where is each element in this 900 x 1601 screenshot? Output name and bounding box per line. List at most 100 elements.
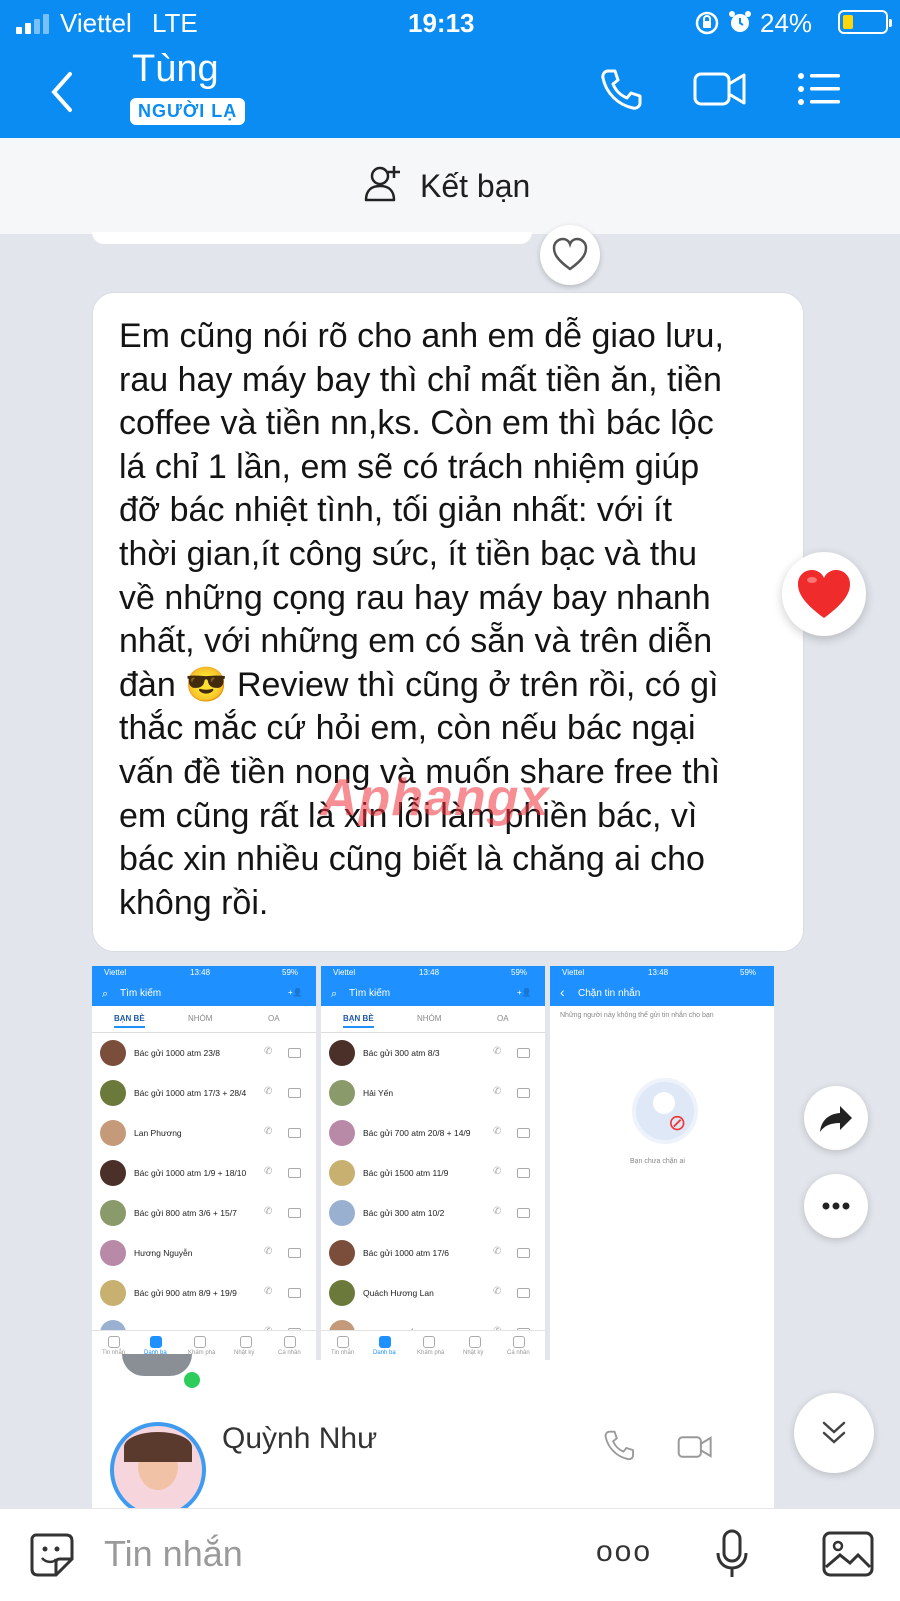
mini-nav-item[interactable]: Khám phá — [417, 1350, 444, 1356]
mini-contact-row[interactable]: Bác gửi 300 atm 8/3 ✆ — [321, 1034, 545, 1074]
mini-nav-item[interactable]: Cá nhân — [278, 1350, 301, 1356]
heart-reaction-button[interactable] — [782, 552, 866, 636]
mini-nav-item[interactable]: Khám phá — [188, 1350, 215, 1356]
mini-back-icon[interactable]: ‹ — [560, 984, 565, 1000]
mini-video-icon[interactable] — [517, 1128, 530, 1138]
mini-phone-icon[interactable]: ✆ — [264, 1166, 272, 1177]
mini-phone-icon[interactable]: ✆ — [264, 1206, 272, 1217]
mini-video-icon[interactable] — [288, 1128, 301, 1138]
mini-nav-item[interactable]: Danh bạ — [373, 1350, 396, 1356]
mini-contact-row[interactable]: Bác gửi 1000 atm 23/8 ✆ — [92, 1034, 316, 1074]
phone-icon[interactable] — [598, 66, 644, 112]
add-friend-bar[interactable]: Kết bạn — [0, 138, 900, 234]
mini-avatar — [100, 1080, 126, 1106]
mini-nav-item[interactable]: Nhật ký — [234, 1350, 254, 1356]
scroll-down-button[interactable] — [794, 1393, 874, 1473]
mini-phone-icon[interactable]: ✆ — [493, 1166, 501, 1177]
mini-phone-icon[interactable]: ✆ — [493, 1126, 501, 1137]
mini-video-icon[interactable] — [288, 1288, 301, 1298]
clock: 19:13 — [408, 8, 475, 38]
mini-search-icon[interactable]: ⌕ — [331, 988, 337, 1001]
watermark: Aphangx — [320, 769, 550, 827]
mini-contact-row[interactable]: Bác gửi 1000 atm 1/9 + 18/10 ✆ — [92, 1154, 316, 1194]
mini-contact-row[interactable]: Bác gửi 300 atm 10/2 ✆ — [321, 1194, 545, 1234]
message-line: đỡ bác nhiệt tình, tối giản nhất: với ít — [119, 491, 673, 530]
mini-contact-row[interactable]: Bác gửi 1000 atm 17/6 ✆ — [321, 1234, 545, 1274]
screenshot-contacts-1[interactable]: Viettel 13:48 59% ⌕ Tìm kiếm +👤 BẠN BÈ NHÓM OA Bá… — [92, 966, 316, 1360]
mini-contact-row[interactable]: Bác gửi 1000 atm 17/3 + 28/4 ✆ — [92, 1074, 316, 1114]
mini-tab[interactable]: BẠN BÈ — [343, 1014, 374, 1028]
mini-phone-icon[interactable]: ✆ — [264, 1286, 272, 1297]
mini-video-icon[interactable] — [517, 1168, 530, 1178]
mini-tab[interactable]: OA — [497, 1014, 509, 1023]
video-call-icon[interactable] — [676, 1432, 714, 1462]
mini-video-icon[interactable] — [288, 1088, 301, 1098]
mini-contact-row[interactable]: Bác gửi 900 atm 8/9 + 19/9 ✆ — [92, 1274, 316, 1314]
message-line: đàn 😎 Review thì cũng ở trên rồi, có gì — [119, 665, 719, 704]
mini-phone-icon[interactable]: ✆ — [264, 1086, 272, 1097]
mini-phone-icon[interactable]: ✆ — [493, 1046, 501, 1057]
back-chevron-icon[interactable] — [40, 62, 90, 122]
mini-video-icon[interactable] — [517, 1088, 530, 1098]
forward-button[interactable] — [804, 1086, 868, 1150]
phone-icon[interactable] — [602, 1428, 636, 1462]
message-line: bác xin nhiều cũng biết là chăng ai cho — [119, 840, 705, 879]
sticker-icon[interactable] — [26, 1529, 78, 1581]
mini-contact-row[interactable]: Quách Hương Lan ✆ — [321, 1274, 545, 1314]
more-options-button[interactable] — [804, 1174, 868, 1238]
mini-video-icon[interactable] — [288, 1248, 301, 1258]
mini-contact-row[interactable]: Bác gửi 700 atm 20/8 + 14/9 ✆ — [321, 1114, 545, 1154]
mini-header: Viettel 13:48 59% ‹ Chặn tin nhắn — [550, 966, 774, 1006]
mini-tab[interactable]: OA — [268, 1014, 280, 1023]
mini-contact-row[interactable]: Bác gửi 800 atm 3/6 + 15/7 ✆ — [92, 1194, 316, 1234]
mini-nav-item[interactable]: Cá nhân — [507, 1350, 530, 1356]
mini-phone-icon[interactable]: ✆ — [264, 1126, 272, 1137]
video-call-icon[interactable] — [692, 66, 748, 112]
screenshot-contacts-2[interactable]: Viettel 13:48 59% ⌕ Tìm kiếm +👤 BẠN BÈ NHÓM OA Bá… — [321, 966, 545, 1360]
mini-phone-icon[interactable]: ✆ — [264, 1246, 272, 1257]
mini-nav-item[interactable]: Tin nhắn — [331, 1350, 354, 1356]
mini-contact-row[interactable]: Lan Phương ✆ — [92, 1114, 316, 1154]
mini-nav-item[interactable]: Nhật ký — [463, 1350, 483, 1356]
mini-video-icon[interactable] — [517, 1048, 530, 1058]
mini-contact-row[interactable]: Hải Yến ✆ — [321, 1074, 545, 1114]
mini-bottom-nav: Tin nhắn Danh bạ Khám phá Nhật ký Cá nhân — [321, 1330, 545, 1360]
mini-video-icon[interactable] — [288, 1168, 301, 1178]
mini-search-input[interactable]: Tìm kiếm — [349, 988, 390, 999]
microphone-icon[interactable] — [712, 1525, 752, 1585]
message-input[interactable]: Tin nhắn — [104, 1533, 243, 1575]
message-line: thời gian,ít công sức, ít tiền bạc và th… — [119, 534, 698, 573]
mini-contact-row[interactable]: Bác gửi 1500 atm 11/9 ✆ — [321, 1154, 545, 1194]
mini-avatar — [329, 1280, 355, 1306]
message-line: coffee và tiền nn,ks. Còn em thì bác lộc — [119, 404, 714, 443]
like-button[interactable] — [540, 225, 600, 285]
mini-contact-row[interactable]: Hương Nguyễn ✆ — [92, 1234, 316, 1274]
mini-video-icon[interactable] — [517, 1248, 530, 1258]
mini-video-icon[interactable] — [288, 1208, 301, 1218]
mini-battery: 59% — [511, 968, 528, 977]
mini-tab[interactable]: BẠN BÈ — [114, 1014, 145, 1028]
mini-tab[interactable]: NHÓM — [417, 1014, 441, 1023]
image-gallery-icon[interactable] — [820, 1527, 876, 1581]
message-line: nhất, với những em có sẵn và trên diễn — [119, 622, 713, 661]
mini-add-friend-icon[interactable]: +👤 — [288, 988, 303, 997]
message-bubble[interactable]: Em cũng nói rõ cho anh em dễ giao lưu, ra… — [92, 292, 804, 952]
more-button[interactable]: ooo — [596, 1535, 652, 1569]
mini-tab[interactable]: NHÓM — [188, 1014, 212, 1023]
mini-phone-icon[interactable]: ✆ — [493, 1286, 501, 1297]
mini-video-icon[interactable] — [517, 1288, 530, 1298]
mini-search-input[interactable]: Tìm kiếm — [120, 988, 161, 999]
menu-icon[interactable] — [796, 66, 842, 112]
mini-search-icon[interactable]: ⌕ — [102, 988, 108, 1001]
screenshot-blocked[interactable]: Viettel 13:48 59% ‹ Chặn tin nhắn Những người… — [550, 966, 774, 1360]
mini-video-icon[interactable] — [517, 1208, 530, 1218]
mini-nav-icon — [337, 1336, 349, 1348]
mini-phone-icon[interactable]: ✆ — [493, 1246, 501, 1257]
mini-avatar — [329, 1080, 355, 1106]
mini-add-friend-icon[interactable]: +👤 — [517, 988, 532, 997]
mini-phone-icon[interactable]: ✆ — [493, 1086, 501, 1097]
mini-phone-icon[interactable]: ✆ — [493, 1206, 501, 1217]
mini-phone-icon[interactable]: ✆ — [264, 1046, 272, 1057]
mini-header: Viettel 13:48 59% ⌕ Tìm kiếm +👤 — [92, 966, 316, 1006]
mini-video-icon[interactable] — [288, 1048, 301, 1058]
